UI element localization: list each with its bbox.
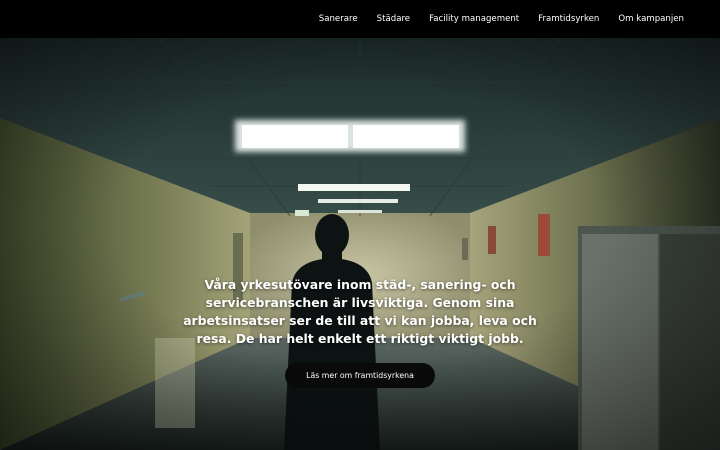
hero-text: Våra yrkesutövare inom städ-, sanering- …	[183, 277, 537, 346]
nav-item-framtidsyrken[interactable]: Framtidsyrken	[538, 14, 599, 24]
nav-item-stadare[interactable]: Städare	[377, 14, 410, 24]
main-menu: Sanerare Städare Facility management Fra…	[319, 0, 720, 38]
nav-item-sanerare[interactable]: Sanerare	[319, 14, 358, 24]
hero-section: Våra yrkesutövare inom städ-, sanering- …	[0, 38, 720, 450]
nav-item-om-kampanjen[interactable]: Om kampanjen	[618, 14, 684, 24]
top-navigation: Sanerare Städare Facility management Fra…	[0, 0, 720, 38]
nav-item-facility-management[interactable]: Facility management	[429, 14, 519, 24]
read-more-button[interactable]: Läs mer om framtidsyrkena	[285, 363, 435, 388]
hero-corridor-image	[0, 38, 720, 450]
